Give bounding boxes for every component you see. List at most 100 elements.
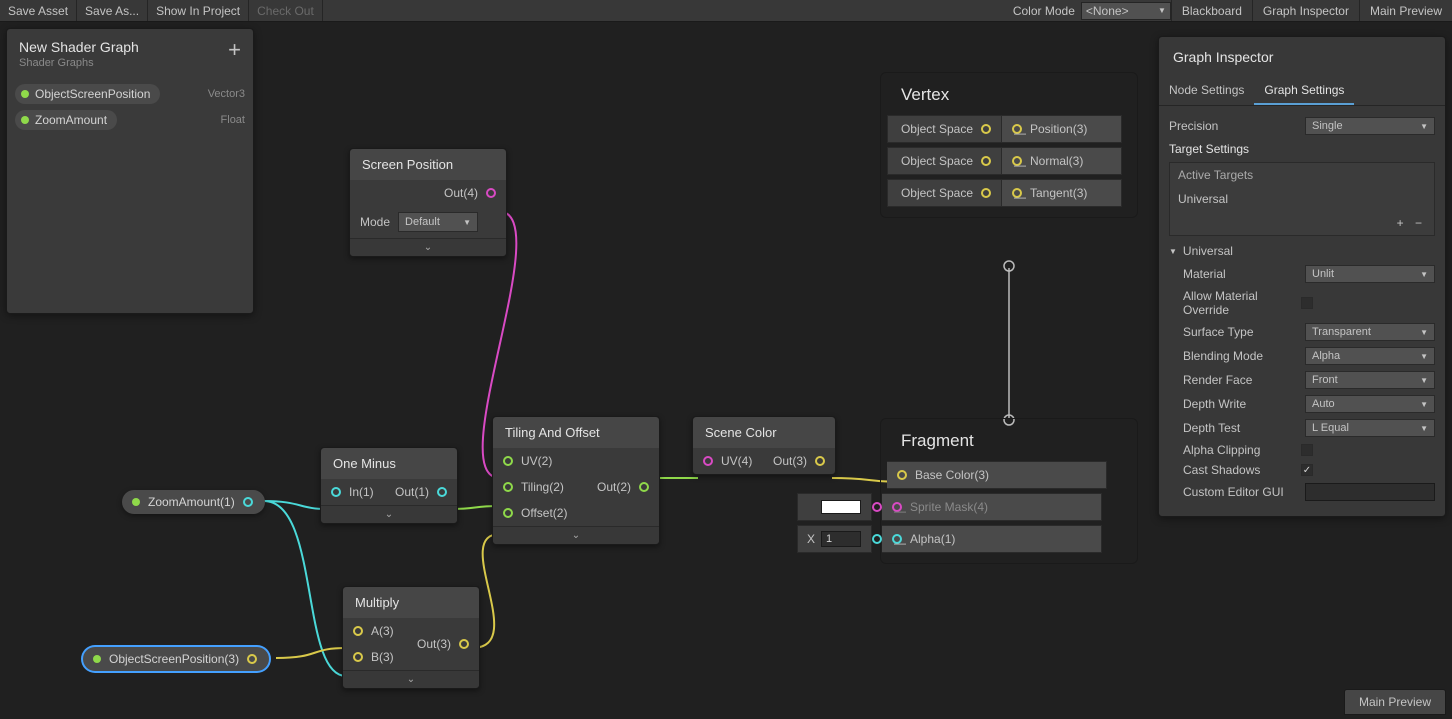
node-title[interactable]: Multiply [343,587,479,618]
tab-node-settings[interactable]: Node Settings [1159,77,1254,105]
color-mode-label: Color Mode [1007,4,1081,18]
input-port[interactable] [503,482,513,492]
blackboard-toggle[interactable]: Blackboard [1171,0,1252,21]
input-port[interactable] [353,652,363,662]
inspector-title: Graph Inspector [1159,37,1445,77]
collapse-toggle[interactable]: ⌄ [343,670,479,688]
property-dot-icon [21,90,29,98]
precision-dropdown[interactable]: Single▼ [1305,117,1435,135]
main-preview-toggle[interactable]: Main Preview [1359,0,1452,21]
input-port[interactable] [872,502,882,512]
node-object-screen-position-ref[interactable]: ObjectScreenPosition(3) [82,646,270,672]
output-port[interactable] [247,654,257,664]
vertex-slot[interactable]: Object Space —Tangent(3) [887,179,1131,207]
target-settings-header: Target Settings [1169,138,1435,158]
node-screen-position[interactable]: Screen Position Out(4) Mode Default▼ ⌄ [349,148,507,257]
depth-test-dropdown[interactable]: L Equal▼ [1305,419,1435,437]
node-title[interactable]: Tiling And Offset [493,417,659,448]
property-row[interactable]: ZoomAmount Float [15,107,245,133]
graph-inspector-toggle[interactable]: Graph Inspector [1252,0,1359,21]
node-one-minus[interactable]: One Minus In(1) Out(1) ⌄ [320,447,458,524]
port-label: Out(4) [444,186,478,200]
node-title[interactable]: Screen Position [350,149,506,180]
input-port[interactable] [897,470,907,480]
property-dot-icon [93,655,101,663]
color-mode-dropdown[interactable]: <None>▼ [1081,2,1171,20]
vertex-stack[interactable]: Vertex Object Space —Position(3) Object … [880,72,1138,218]
input-port[interactable] [331,487,341,497]
remove-target-button[interactable]: − [1411,216,1426,230]
fragment-slot-alpha[interactable]: X —Alpha(1) [797,525,1131,553]
property-type: Float [221,114,245,126]
cast-shadows-checkbox[interactable]: ✓ [1301,464,1313,476]
stack-title: Fragment [887,425,1131,461]
material-dropdown[interactable]: Unlit▼ [1305,265,1435,283]
output-port[interactable] [243,497,253,507]
property-type: Vector3 [208,88,245,100]
stack-title: Vertex [887,79,1131,115]
slot-port-icon: — [892,534,902,544]
collapse-toggle[interactable]: ⌄ [493,526,659,544]
tab-graph-settings[interactable]: Graph Settings [1254,77,1354,105]
input-port[interactable] [981,124,991,134]
node-tiling-and-offset[interactable]: Tiling And Offset UV(2) Tiling(2) Offset… [492,416,660,545]
graph-inspector-panel[interactable]: Graph Inspector Node Settings Graph Sett… [1158,36,1446,517]
save-asset-button[interactable]: Save Asset [0,0,77,21]
port-label: Tiling(2) [521,480,564,494]
node-title[interactable]: Scene Color [693,417,835,448]
fragment-stack[interactable]: Fragment Base Color(3) —Sprite Mask(4) X… [880,418,1138,564]
slot-port-icon: — [892,502,902,512]
surface-type-dropdown[interactable]: Transparent▼ [1305,323,1435,341]
property-dot-icon [132,498,140,506]
alpha-x-input[interactable] [821,531,861,547]
input-port[interactable] [981,188,991,198]
active-targets-list[interactable]: Active Targets Universal + − [1169,162,1435,236]
blackboard-panel[interactable]: New Shader Graph Shader Graphs + ObjectS… [6,28,254,314]
add-property-button[interactable]: + [228,39,241,61]
slot-port-icon: — [1012,188,1022,198]
color-field[interactable] [821,500,861,514]
depth-write-dropdown[interactable]: Auto▼ [1305,395,1435,413]
custom-editor-gui-input[interactable] [1305,483,1435,501]
node-multiply[interactable]: Multiply A(3) B(3) Out(3) ⌄ [342,586,480,689]
slot-port-icon: — [1012,124,1022,134]
fragment-slot-basecolor[interactable]: Base Color(3) [797,461,1131,489]
universal-foldout[interactable]: ▼Universal [1169,240,1435,262]
input-port[interactable] [503,508,513,518]
input-port[interactable] [981,156,991,166]
output-port[interactable] [486,188,496,198]
port-label: Offset(2) [521,506,567,520]
collapse-toggle[interactable]: ⌄ [321,505,457,523]
collapse-toggle[interactable]: ⌄ [350,238,506,256]
port-label: Out(2) [597,480,631,494]
property-dot-icon [21,116,29,124]
output-port[interactable] [459,639,469,649]
allow-override-checkbox[interactable] [1301,297,1313,309]
save-as-button[interactable]: Save As... [77,0,148,21]
alpha-clipping-checkbox[interactable] [1301,444,1313,456]
property-row[interactable]: ObjectScreenPosition Vector3 [15,81,245,107]
input-port[interactable] [353,626,363,636]
node-zoom-amount-ref[interactable]: ZoomAmount(1) [122,490,265,514]
toolbar: Save Asset Save As... Show In Project Ch… [0,0,1452,22]
node-title[interactable]: One Minus [321,448,457,479]
add-target-button[interactable]: + [1393,216,1408,230]
port-label: UV(4) [721,454,752,468]
vertex-slot[interactable]: Object Space —Normal(3) [887,147,1131,175]
input-port[interactable] [503,456,513,466]
input-port[interactable] [703,456,713,466]
blending-mode-dropdown[interactable]: Alpha▼ [1305,347,1435,365]
port-label: UV(2) [521,454,552,468]
mode-dropdown[interactable]: Default▼ [398,212,478,232]
port-label: A(3) [371,624,394,638]
show-in-project-button[interactable]: Show In Project [148,0,249,21]
vertex-slot[interactable]: Object Space —Position(3) [887,115,1131,143]
blackboard-subtitle: Shader Graphs [19,57,139,69]
output-port[interactable] [639,482,649,492]
input-port[interactable] [872,534,882,544]
output-port[interactable] [437,487,447,497]
fragment-slot-spritemask[interactable]: —Sprite Mask(4) [797,493,1131,521]
port-label: B(3) [371,650,394,664]
main-preview-tab[interactable]: Main Preview [1344,689,1446,715]
render-face-dropdown[interactable]: Front▼ [1305,371,1435,389]
